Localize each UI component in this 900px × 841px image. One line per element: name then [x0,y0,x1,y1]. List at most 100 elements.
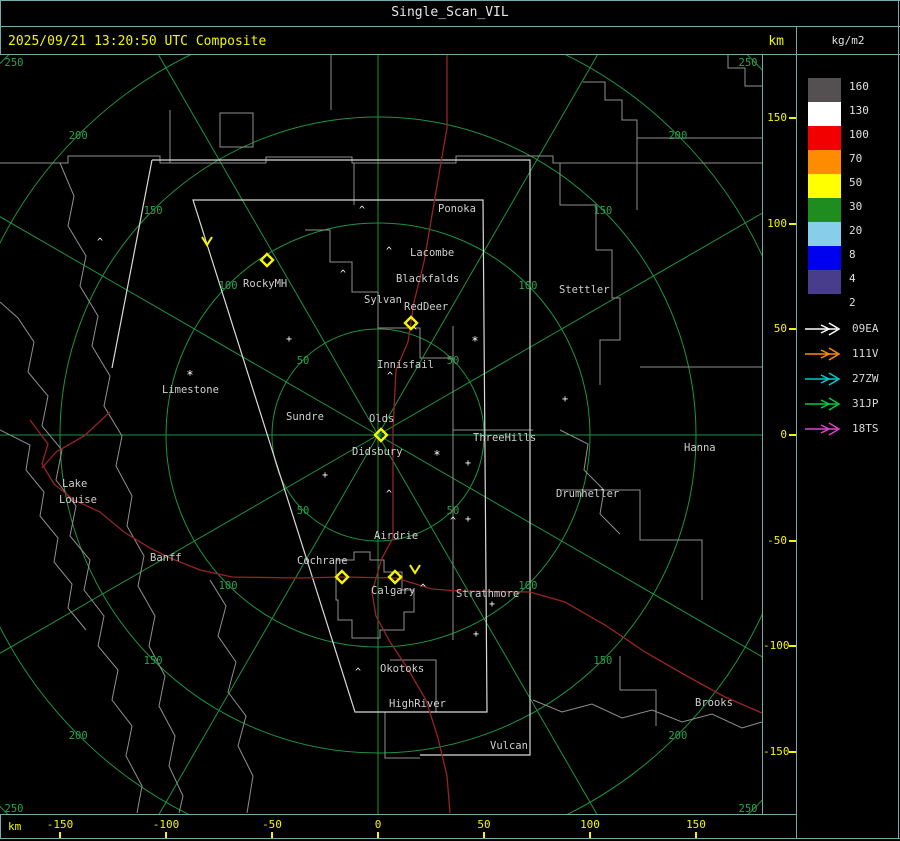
town-label: Vulcan [490,740,528,752]
storm-arrow-icon [409,564,421,575]
right-axis-tick [789,328,796,331]
right-axis-tick [789,434,796,436]
radar-map: 50 50 50 50 100 100 100 100 150 150 150 150 200 200 20… [0,0,900,841]
radar-map-canvas: 50 5050 50100 100100 100150 150150 150200 20020… [0,0,900,841]
colorbar-swatch [808,246,841,270]
azimuth-spoke [143,434,379,841]
town-label: Limestone [162,384,219,396]
map-boundary [559,163,621,385]
range-ring-label: 200 [668,130,687,142]
range-ring-label: 100 [219,280,238,292]
town-label: Didsbury [352,446,403,458]
plus-marker: + [465,458,471,469]
asterisk-marker: * [186,368,193,382]
bottom-axis-tick-label: -150 [46,818,74,831]
scan-datetime: 2025/09/21 13:20:50 UTC Composite [8,34,267,49]
town-label: Brooks [695,697,733,709]
right-axis-tick-label: 50 [773,322,787,336]
map-boundary [209,579,254,814]
track-arrow-icon [805,422,841,436]
header-row: 2025/09/21 13:20:50 UTC Composite km [0,27,796,54]
bottom-axis: km -150 -100 -50 0 50 100 150 [0,815,796,838]
bottom-axis-tick [165,832,167,838]
caret-marker: ^ [355,667,361,678]
colorbar-threshold-label: 130 [849,104,869,117]
asterisk-marker: * [471,334,478,348]
title-bar: Single_Scan_VIL [0,0,900,25]
map-boundary [560,489,703,600]
track-id-label: 09EA [852,322,879,335]
range-ring-label: 250 [5,803,24,814]
radar-site-diamond-icon [387,569,403,585]
right-axis-tick-label: -150 [763,744,790,758]
colorbar-swatch [808,102,841,126]
radar-coverage-outline [111,159,153,369]
plus-marker: + [322,470,328,481]
right-axis-tick [789,539,796,542]
colorbar-swatch [808,126,841,150]
caret-marker: ^ [450,516,456,527]
range-ring-label: 200 [69,730,88,742]
town-label: Blackfalds [396,273,459,285]
right-axis-tick-label: 0 [780,428,787,441]
colorbar-threshold-label: 160 [849,80,869,93]
bottom-axis-tick-label: -50 [262,818,282,831]
colorbar-swatch [808,78,841,102]
town-label: Banff [150,552,182,564]
town-label: Lacombe [410,247,454,259]
range-ring-label: 50 [297,505,310,517]
right-axis: 150 100 50 0 -50 -100 -150 [762,55,796,814]
colorbar-swatch [808,222,841,246]
range-ring-label: 50 [297,355,310,367]
range-ring-label: 100 [219,580,238,592]
map-boundary [219,112,254,148]
bottom-axis-tick [695,832,697,838]
frame-line-bottom [0,838,900,839]
bottom-axis-tick-label: -100 [152,818,180,831]
right-axis-tick-label: -50 [767,533,787,547]
range-ring-label: 200 [69,130,88,142]
town-label: HighRiver [389,698,446,710]
highway-line [41,411,111,469]
town-label: RockyMH [243,278,287,290]
town-label: Strathmore [456,588,519,600]
range-ring-label: 150 [593,655,612,667]
town-label: ThreeHills [473,432,536,444]
bottom-axis-tick-label: 0 [374,818,382,831]
radar-app-window: { "window": { "title": "Single_Scan_VIL"… [0,0,900,841]
colorbar-threshold-label: 4 [849,272,856,285]
bottom-axis-tick [271,832,273,838]
range-ring-label: 250 [739,57,758,69]
caret-marker: ^ [420,583,426,594]
azimuth-spoke [0,216,379,436]
town-label: Drumheller [556,488,619,500]
right-axis-tick-label: 100 [767,216,787,230]
plus-marker: + [489,599,495,610]
town-label: Innisfail [377,359,434,371]
right-axis-tick [789,222,796,225]
plus-marker: + [473,629,479,640]
caret-marker: ^ [359,205,365,216]
radar-site-diamond-icon [259,252,275,268]
legend-panel: 160 130 100 70 50 30 20 8 4 2 09EA 111V 27ZW 31JP 18TS [797,55,900,838]
colorbar-unit: kg/m2 [831,34,865,47]
bottom-axis-tick-label: 50 [477,818,491,831]
colorbar-threshold-label: 100 [849,128,869,141]
track-id-label: 31JP [852,397,879,410]
asterisk-marker: * [433,448,440,462]
colorbar-swatch [808,174,841,198]
colorbar-swatch [808,150,841,174]
town-label: Sundre [286,411,324,423]
town-label: Stettler [559,284,610,296]
bottom-axis-tick [589,832,591,838]
colorbar-threshold-label: 70 [849,152,863,165]
plus-marker: + [465,514,471,525]
right-axis-tick-label: -100 [763,639,790,653]
caret-marker: ^ [386,246,392,257]
track-arrow-icon [805,397,841,411]
town-label: RedDeer [404,301,448,313]
colorbar-threshold-label: 20 [849,224,863,237]
right-axis-tick-label: 150 [767,111,787,125]
track-id-label: 18TS [852,422,879,435]
track-arrow-icon [805,347,841,361]
